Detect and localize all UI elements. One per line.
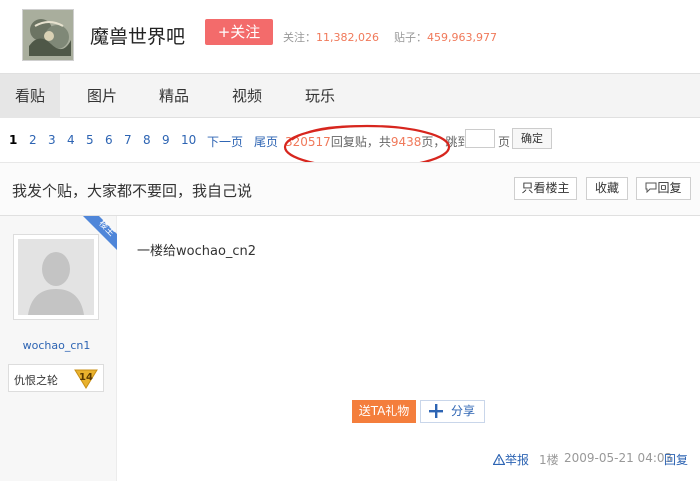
- floor-number: 1楼: [539, 453, 559, 467]
- forum-logo-image: [23, 10, 73, 60]
- page-unit: 页: [498, 135, 511, 149]
- page-link[interactable]: 9: [162, 133, 170, 147]
- share-button[interactable]: 分享: [420, 400, 485, 423]
- page-link[interactable]: 4: [67, 133, 75, 147]
- jump-page-input[interactable]: [465, 129, 495, 148]
- speech-bubble-icon: [645, 182, 657, 194]
- report-link[interactable]: 举报: [492, 451, 530, 468]
- post-count: 459,963,977: [426, 31, 497, 44]
- post-content: 一楼给wochao_cn2: [137, 244, 257, 259]
- follow-count: 11,382,026: [316, 31, 379, 44]
- level-box[interactable]: 仇恨之轮 14: [8, 364, 104, 392]
- reply-button-label: 回复: [657, 181, 682, 195]
- thread-title: 我发个贴，大家都不要回，我自己说: [12, 182, 253, 200]
- author-name[interactable]: wochao_cn1: [0, 339, 113, 352]
- thread-title-bar: 我发个贴，大家都不要回，我自己说 只看楼主 收藏 回复: [0, 162, 700, 216]
- tab-posts[interactable]: 看贴: [0, 74, 60, 118]
- page-link[interactable]: 6: [105, 133, 113, 147]
- post-stat-label: 贴子：: [393, 31, 427, 44]
- page-link-current: 1: [9, 133, 18, 147]
- forum-stats: 关注：11,382,026 贴子：459,963,977: [283, 29, 497, 45]
- forum-name[interactable]: 魔兽世界吧: [90, 22, 185, 49]
- share-label: 分享: [451, 404, 476, 418]
- page-link[interactable]: 8: [143, 133, 151, 147]
- forum-header: 魔兽世界吧 +关注 关注：11,382,026 贴子：459,963,977: [0, 0, 700, 73]
- page-link[interactable]: 5: [86, 133, 94, 147]
- reply-button[interactable]: 回复: [636, 177, 691, 200]
- tab-featured[interactable]: 精品: [152, 74, 196, 118]
- level-name: 仇恨之轮: [14, 374, 58, 387]
- plus-cross-icon: [429, 404, 443, 418]
- tab-images[interactable]: 图片: [80, 74, 124, 118]
- page-link[interactable]: 7: [124, 133, 132, 147]
- favorite-button[interactable]: 收藏: [586, 177, 628, 200]
- only-op-button[interactable]: 只看楼主: [514, 177, 577, 200]
- follow-button[interactable]: +关注: [205, 19, 273, 45]
- follow-stat-label: 关注：: [283, 31, 316, 44]
- warning-triangle-icon: [492, 453, 506, 466]
- last-page-link[interactable]: 尾页: [254, 133, 278, 150]
- op-badge: 楼主: [83, 216, 117, 250]
- post-reply-link[interactable]: 回复: [664, 451, 688, 468]
- forum-tabs: 看贴 图片 精品 视频 玩乐: [0, 73, 700, 118]
- page-link[interactable]: 2: [29, 133, 37, 147]
- forum-logo[interactable]: [22, 9, 74, 61]
- tab-games[interactable]: 玩乐: [298, 74, 342, 118]
- page-link[interactable]: 3: [48, 133, 56, 147]
- tab-videos[interactable]: 视频: [225, 74, 269, 118]
- page-link[interactable]: 10: [181, 133, 196, 147]
- confirm-button[interactable]: 确定: [512, 128, 552, 149]
- level-number: 14: [79, 372, 93, 383]
- page: 魔兽世界吧 +关注 关注：11,382,026 贴子：459,963,977 看贴…: [0, 0, 700, 481]
- level-badge-icon: 14: [74, 369, 98, 389]
- post-time: 2009-05-21 04:03: [564, 451, 673, 465]
- send-gift-button[interactable]: 送TA礼物: [352, 400, 416, 423]
- report-label: 举报: [505, 453, 530, 467]
- default-avatar-icon: [18, 239, 94, 315]
- next-page-link[interactable]: 下一页: [207, 133, 243, 150]
